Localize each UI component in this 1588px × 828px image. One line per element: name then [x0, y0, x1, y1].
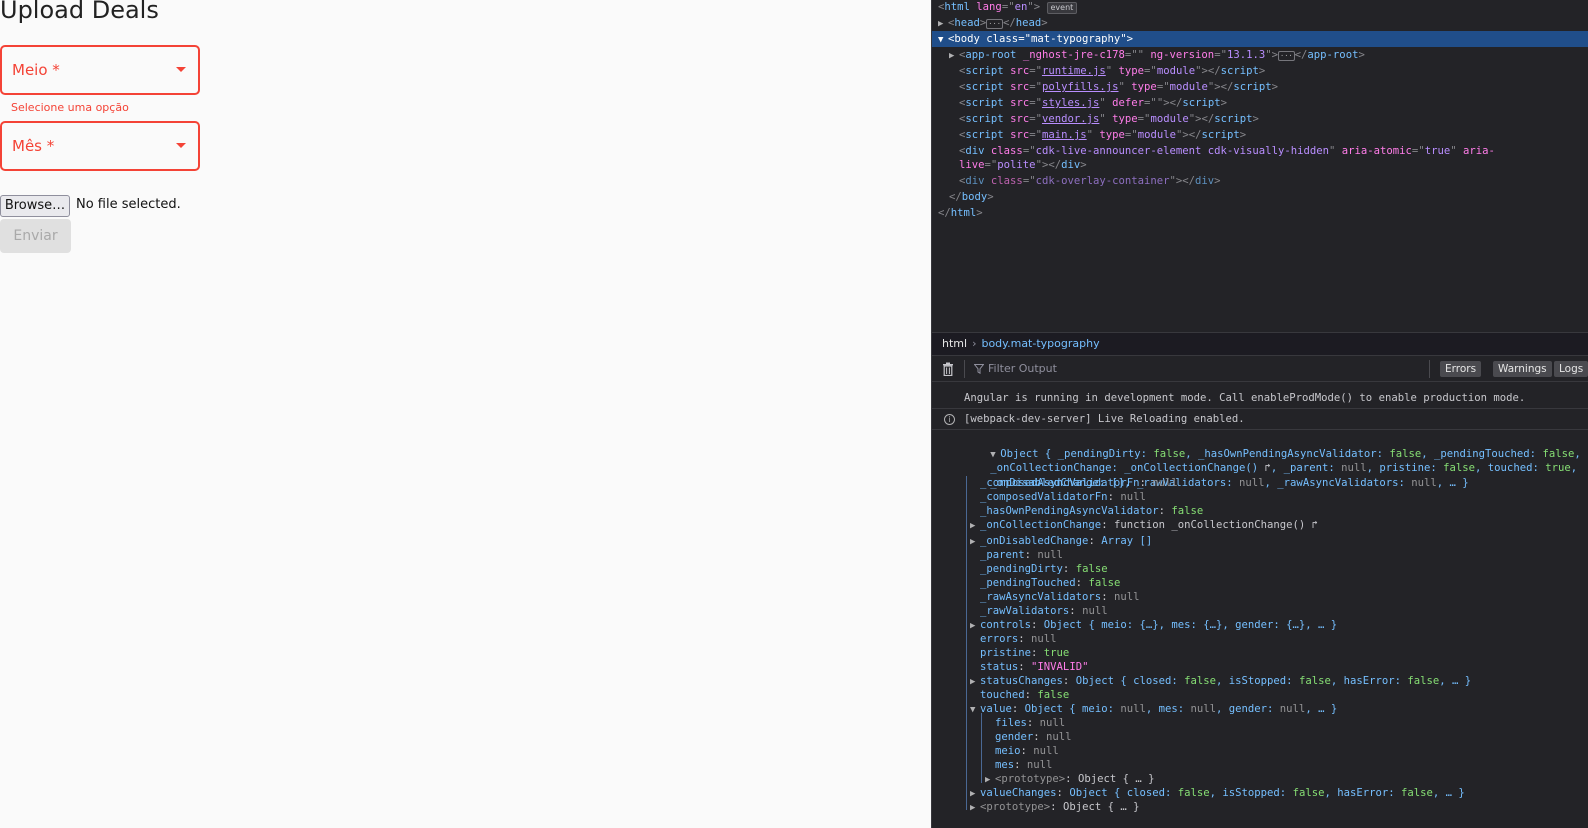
mes-select[interactable]: Mês *	[0, 121, 200, 171]
markup-line-app-root[interactable]: ▶ <app-root _nghost-jre-c178="" ng-versio…	[932, 47, 1588, 63]
markup-view: <html lang="en"> event ▶ <head> ··· </head>…	[932, 0, 1588, 332]
markup-line-announcer-cont[interactable]: live="polite"></div>	[932, 157, 1588, 173]
message-divider	[932, 408, 1588, 409]
markup-line-body-close[interactable]: </body>	[932, 189, 1588, 205]
object-property: _pendingTouched: false	[980, 577, 1121, 589]
message-divider	[932, 429, 1588, 430]
markup-line-script[interactable]: <script src="runtime.js" type="module"><…	[932, 63, 1588, 79]
expand-arrow-icon[interactable]: ▶	[938, 16, 948, 32]
breadcrumb-body[interactable]: body.mat-typography	[981, 337, 1099, 350]
console-message: Angular is running in development mode. …	[964, 392, 1526, 404]
app-page: Upload Deals Meio * Selecione uma opção …	[0, 0, 931, 828]
object-property-expandable[interactable]: ▶ <prototype>: Object { … }	[985, 772, 1588, 787]
console-output: Angular is running in development mode. …	[932, 382, 1588, 828]
chevron-right-icon: ›	[972, 337, 977, 350]
object-property: status: "INVALID"	[980, 661, 1089, 673]
chevron-down-icon	[176, 67, 186, 72]
expand-arrow-icon[interactable]: ▶	[970, 519, 980, 533]
object-property-expanded[interactable]: ▼ value: Object { meio: null, mes: null, …	[970, 702, 1588, 717]
expand-arrow-icon[interactable]: ▶	[970, 787, 980, 801]
object-property: _rawValidators: null	[980, 605, 1108, 617]
markup-line-script[interactable]: <script src="vendor.js" type="module"></…	[932, 111, 1588, 127]
markup-line-script[interactable]: <script src="main.js" type="module"></sc…	[932, 127, 1588, 143]
object-property-expandable[interactable]: ▶ _onDisabledChange: Array []	[970, 534, 1588, 549]
expand-arrow-icon[interactable]: ▶	[970, 535, 980, 549]
object-property-expandable[interactable]: ▶ statusChanges: Object { closed: false, …	[970, 674, 1588, 689]
object-property-expandable[interactable]: ▶ <prototype>: Object { … }	[970, 800, 1588, 815]
collapse-arrow-icon[interactable]: ▼	[938, 32, 948, 48]
object-property: _rawAsyncValidators: null	[980, 591, 1140, 603]
toolbar-divider	[964, 360, 965, 378]
expand-arrow-icon[interactable]: ▶	[970, 801, 980, 815]
object-property: _composedValidatorFn: null	[980, 491, 1146, 503]
toolbar-divider	[1429, 360, 1430, 378]
object-property-expandable[interactable]: ▶ valueChanges: Object { closed: false, i…	[970, 786, 1588, 801]
markup-line-script[interactable]: <script src="polyfills.js" type="module"…	[932, 79, 1588, 95]
devtools-panel: <html lang="en"> event ▶ <head> ··· </head>…	[931, 0, 1588, 828]
markup-line-script[interactable]: <script src="styles.js" defer=""></scrip…	[932, 95, 1588, 111]
object-property: mes: null	[995, 759, 1053, 771]
event-badge[interactable]: event	[1046, 2, 1078, 14]
tree-guide-line	[966, 476, 967, 810]
chevron-down-icon	[176, 143, 186, 148]
file-status-text: No file selected.	[76, 197, 181, 212]
object-property: _pendingDirty: false	[980, 563, 1108, 575]
breadcrumb-html[interactable]: html	[942, 337, 967, 350]
object-property: pristine: true	[980, 647, 1070, 659]
browse-button[interactable]: Browse…	[0, 195, 70, 217]
object-property: _hasOwnPendingAsyncValidator: false	[980, 505, 1204, 517]
meio-select-label: Meio *	[12, 61, 60, 79]
expand-arrow-icon[interactable]: ▶	[985, 773, 995, 787]
object-property: gender: null	[995, 731, 1072, 743]
markup-line-overlay[interactable]: <div class="cdk-overlay-container"></div…	[932, 173, 1588, 189]
mes-select-label: Mês *	[12, 137, 55, 155]
markup-line-html-close[interactable]: </html>	[932, 205, 1588, 221]
breadcrumb: html › body.mat-typography	[932, 332, 1588, 356]
object-property: _composedAsyncValidatorFn: null	[980, 477, 1178, 489]
ellipsis-icon[interactable]: ···	[1278, 51, 1295, 61]
meio-error-hint: Selecione uma opção	[11, 101, 129, 114]
object-property: files: null	[995, 717, 1066, 729]
markup-line-head[interactable]: ▶ <head> ··· </head>	[932, 15, 1588, 31]
collapse-arrow-icon[interactable]: ▼	[970, 703, 980, 717]
submit-button[interactable]: Enviar	[0, 219, 71, 253]
expand-arrow-icon[interactable]: ▶	[949, 48, 959, 64]
info-icon: i	[944, 414, 955, 425]
trash-icon[interactable]	[942, 362, 954, 376]
object-property-expandable[interactable]: ▶ controls: Object { meio: {…}, mes: {…},…	[970, 618, 1588, 633]
meio-select[interactable]: Meio *	[0, 45, 200, 95]
console-toolbar: Filter Output Errors Warnings Logs	[932, 356, 1588, 382]
object-property: meio: null	[995, 745, 1059, 757]
ellipsis-icon[interactable]: ···	[986, 19, 1003, 29]
page-title: Upload Deals	[0, 0, 159, 24]
expand-arrow-icon[interactable]: ▶	[970, 619, 980, 633]
object-property: errors: null	[980, 633, 1057, 645]
expand-arrow-icon[interactable]: ▶	[970, 675, 980, 689]
console-message: [webpack-dev-server] Live Reloading enab…	[964, 413, 1245, 425]
errors-filter-button[interactable]: Errors	[1440, 361, 1482, 377]
object-property: _parent: null	[980, 549, 1063, 561]
filter-output-input[interactable]: Filter Output	[988, 362, 1057, 375]
filter-icon	[974, 364, 984, 374]
markup-line-body-selected[interactable]: ▼ <body class="mat-typography">	[932, 31, 1588, 47]
logs-filter-button[interactable]: Logs	[1554, 361, 1588, 377]
tree-guide-line	[981, 713, 982, 783]
markup-line-html[interactable]: <html lang="en"> event	[932, 0, 1588, 15]
warnings-filter-button[interactable]: Warnings	[1493, 361, 1552, 377]
object-property-expandable[interactable]: ▶ _onCollectionChange: function _onCollec…	[970, 518, 1588, 533]
object-property: touched: false	[980, 689, 1070, 701]
